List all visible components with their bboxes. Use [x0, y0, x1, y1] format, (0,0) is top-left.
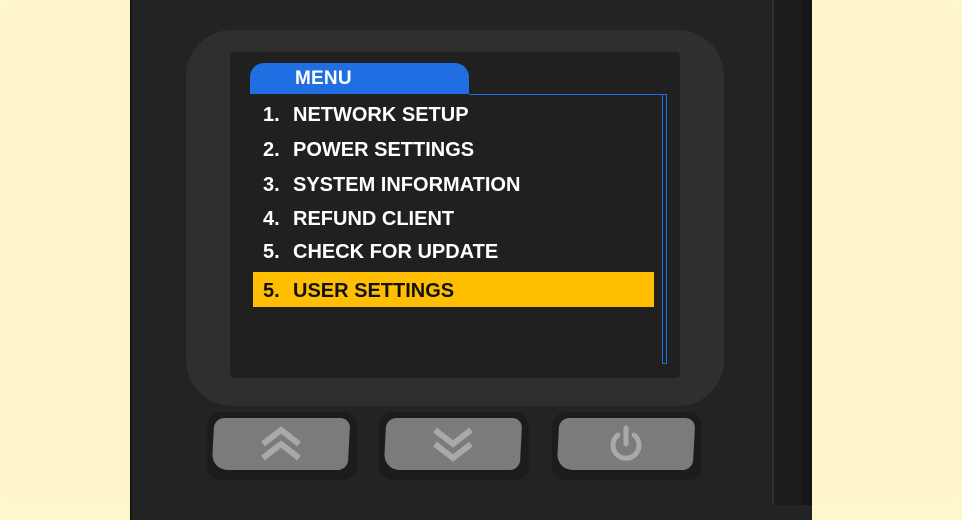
double-chevron-up-icon: [261, 426, 301, 461]
power-button[interactable]: [552, 412, 702, 480]
menu-item-user-settings-selected[interactable]: 5. USER SETTINGS: [253, 272, 654, 307]
menu-item-system-information[interactable]: 3. SYSTEM INFORMATION: [263, 172, 520, 198]
menu-item-network-setup[interactable]: 1. NETWORK SETUP: [263, 102, 469, 128]
device-side-edge-dark: [802, 0, 812, 505]
up-button[interactable]: [207, 412, 357, 480]
power-icon: [610, 425, 642, 461]
menu-item-label: CHECK FOR UPDATE: [293, 241, 499, 263]
menu-item-label: NETWORK SETUP: [293, 104, 469, 126]
menu-item-label: REFUND CLIENT: [293, 208, 455, 230]
menu-item-number: 5.: [263, 241, 280, 263]
up-button-face: [211, 418, 351, 470]
menu-item-refund-client[interactable]: 4. REFUND CLIENT: [263, 206, 454, 232]
down-button[interactable]: [379, 412, 529, 480]
device-side-edge: [772, 0, 804, 505]
double-chevron-down-icon: [433, 427, 473, 462]
menu-tab: [250, 63, 469, 94]
menu-item-number: 4.: [263, 208, 280, 230]
menu-title: MENU: [295, 68, 352, 89]
menu-item-power-settings[interactable]: 2. POWER SETTINGS: [263, 137, 474, 163]
menu-item-number: 5.: [263, 280, 280, 302]
down-button-face: [383, 418, 523, 470]
menu-item-label: USER SETTINGS: [293, 280, 455, 302]
power-button-face: [556, 418, 696, 470]
menu-item-number: 1.: [263, 104, 280, 126]
menu-item-number: 2.: [263, 139, 280, 161]
menu-item-label: SYSTEM INFORMATION: [293, 174, 521, 196]
menu-item-number: 3.: [263, 174, 280, 196]
menu-item-label: POWER SETTINGS: [293, 139, 475, 161]
menu-scrollbar[interactable]: [662, 94, 667, 364]
menu-item-check-for-update[interactable]: 5. CHECK FOR UPDATE: [263, 239, 498, 265]
menu-frame-top: [469, 94, 667, 95]
